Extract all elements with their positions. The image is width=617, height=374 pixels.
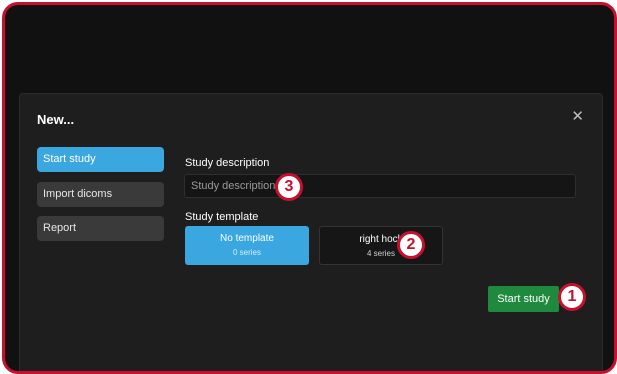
sidebar-item-report[interactable]: Report <box>37 216 164 241</box>
start-study-button[interactable]: Start study <box>488 286 559 312</box>
new-dialog: New... ✕ Start study Import dicoms Repor… <box>19 93 603 371</box>
dialog-title: New... <box>37 112 75 127</box>
study-template-label: Study template <box>185 211 259 223</box>
sidebar-item-start-study[interactable]: Start study <box>37 147 164 172</box>
template-name: No template <box>220 233 274 244</box>
callout-badge-2: 2 <box>397 231 425 259</box>
study-description-label: Study description <box>185 157 270 169</box>
callout-badge-3: 3 <box>275 173 303 201</box>
close-icon[interactable]: ✕ <box>571 109 584 125</box>
template-card-no-template[interactable]: No template 0 series <box>185 226 309 265</box>
screenshot-frame: New... ✕ Start study Import dicoms Repor… <box>2 2 617 374</box>
callout-badge-1: 1 <box>558 283 586 311</box>
study-description-input[interactable] <box>184 174 576 198</box>
template-series-count: 0 series <box>232 248 261 257</box>
sidebar-item-import-dicoms[interactable]: Import dicoms <box>37 182 164 207</box>
